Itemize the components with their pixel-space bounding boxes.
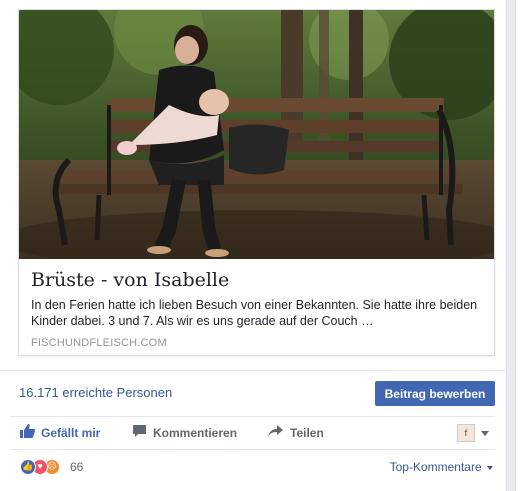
- reach-count-link[interactable]: 16.171 erreichte Personen: [19, 385, 172, 400]
- comment-button[interactable]: Kommentieren: [132, 417, 237, 449]
- post-card: Brüste - von Isabelle In den Ferien hatt…: [0, 0, 507, 491]
- post-as-selector[interactable]: f: [456, 417, 489, 449]
- reach-row: 16.171 erreichte Personen Beitrag bewerb…: [0, 370, 507, 417]
- boost-post-button[interactable]: Beitrag bewerben: [375, 381, 495, 406]
- comment-label: Kommentieren: [153, 426, 238, 440]
- comment-bubble-icon: [132, 418, 147, 450]
- link-preview[interactable]: Brüste - von Isabelle In den Ferien hatt…: [18, 9, 495, 356]
- comment-sort-dropdown[interactable]: Top-Kommentare: [390, 460, 493, 474]
- action-row: Gefällt mir Kommentieren Teilen f: [10, 416, 495, 450]
- chevron-down-icon: [481, 430, 489, 436]
- reaction-count[interactable]: 66: [70, 460, 83, 474]
- link-preview-title[interactable]: Brüste - von Isabelle: [31, 269, 229, 291]
- share-label: Teilen: [290, 426, 324, 440]
- page-avatar-icon: f: [456, 424, 475, 443]
- park-bench-photo: [19, 10, 494, 259]
- share-button[interactable]: Teilen: [268, 417, 324, 449]
- link-preview-image[interactable]: [19, 10, 494, 259]
- caret-down-icon: [487, 465, 493, 470]
- link-preview-description: In den Ferien hatte ich lieben Besuch vo…: [31, 298, 478, 328]
- right-column-edge: [515, 0, 522, 491]
- comment-sort-label: Top-Kommentare: [389, 460, 482, 474]
- reactions-row: 👍 ♥ ☹ 66 Top-Kommentare: [10, 449, 495, 485]
- like-reaction-icon: 👍: [20, 459, 36, 475]
- share-arrow-icon: [268, 418, 284, 450]
- like-button[interactable]: Gefällt mir: [20, 417, 100, 449]
- link-preview-domain: FISCHUNDFLEISCH.COM: [31, 337, 167, 349]
- thumbs-up-icon: [20, 418, 36, 450]
- like-label: Gefällt mir: [41, 426, 101, 440]
